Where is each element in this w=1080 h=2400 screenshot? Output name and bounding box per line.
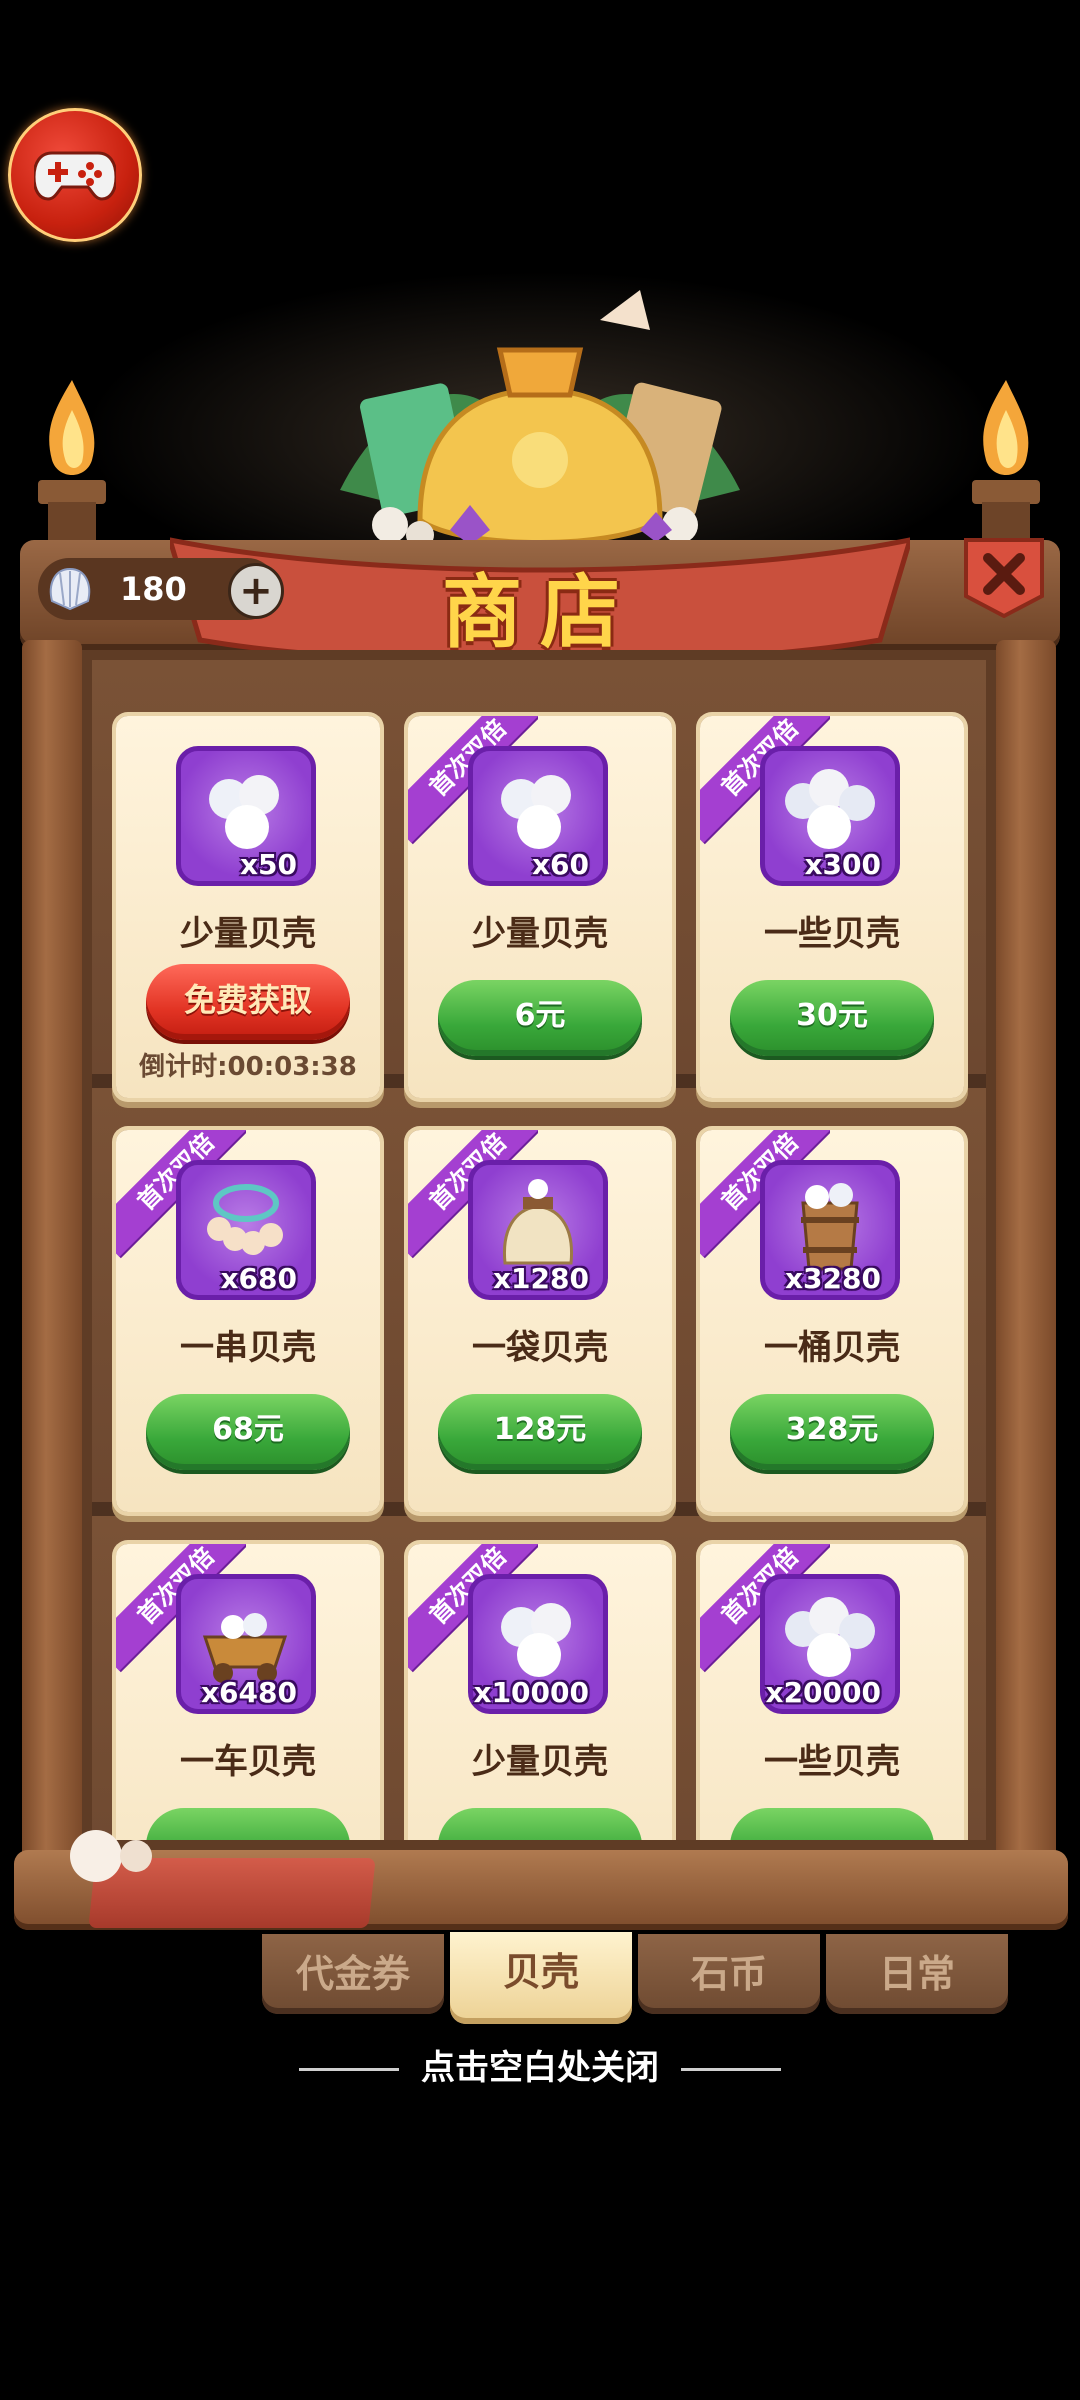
shop-item-card[interactable]: x50 少量贝壳 免费获取 倒计时:00:03:38 [116, 716, 380, 1098]
item-icon-box: x50 [176, 746, 316, 886]
item-name: 一串贝壳 [180, 1328, 316, 1368]
pearls-icon [70, 1830, 152, 1882]
shop-item-card[interactable]: 首次双倍 x20000 一些贝壳 [700, 1544, 964, 1840]
item-quantity: x1280 [493, 1262, 589, 1295]
item-quantity: x20000 [765, 1676, 881, 1709]
divider-right [680, 2068, 781, 2071]
item-icon-box: x10000 [468, 1574, 608, 1714]
item-name: 少量贝壳 [180, 914, 316, 954]
item-name: 一些贝壳 [764, 1742, 900, 1782]
item-icon-box: x1280 [468, 1160, 608, 1300]
buy-button[interactable] [438, 1808, 642, 1840]
buy-button[interactable] [730, 1808, 934, 1840]
item-name: 一些贝壳 [764, 914, 900, 954]
treasure-bag-icon [340, 290, 740, 549]
tab-daily[interactable]: 日常 [826, 1934, 1008, 2014]
buy-button[interactable]: 128元 [438, 1394, 642, 1470]
buy-button[interactable] [146, 1808, 350, 1840]
tab-shells[interactable]: 贝壳 [450, 1932, 632, 2024]
item-quantity: x680 [220, 1262, 297, 1295]
close-hint-text: 点击空白处关闭 [421, 2048, 659, 2088]
item-quantity: x6480 [201, 1676, 297, 1709]
frame-left-pillar [22, 640, 82, 1870]
frame-right-pillar [996, 640, 1056, 1870]
add-currency-button[interactable]: + [228, 563, 284, 619]
tab-vouchers[interactable]: 代金券 [262, 1934, 444, 2014]
item-name: 少量贝壳 [472, 914, 608, 954]
gamepad-icon [34, 151, 116, 201]
buy-button[interactable]: 30元 [730, 980, 934, 1056]
buy-button[interactable]: 68元 [146, 1394, 350, 1470]
item-quantity: x3280 [785, 1262, 881, 1295]
item-quantity: x60 [531, 848, 589, 881]
free-claim-button[interactable]: 免费获取 [146, 964, 350, 1040]
divider-left [299, 2068, 400, 2071]
shop-item-card[interactable]: 首次双倍 x60 少量贝壳 6元 [408, 716, 672, 1098]
countdown-timer: 倒计时:00:03:38 [139, 1052, 357, 1082]
item-grid[interactable]: x50 少量贝壳 免费获取 倒计时:00:03:38 首次双倍 x60 少量贝壳… [100, 700, 980, 1840]
item-name: 一袋贝壳 [472, 1328, 608, 1368]
item-quantity: x300 [804, 848, 881, 881]
shop-item-card[interactable]: 首次双倍 x300 一些贝壳 30元 [700, 716, 964, 1098]
item-icon-box: x3280 [760, 1160, 900, 1300]
buy-button[interactable]: 6元 [438, 980, 642, 1056]
item-icon-box: x6480 [176, 1574, 316, 1714]
shell-count: 180 [120, 570, 187, 608]
close-hint[interactable]: 点击空白处关闭 [0, 2040, 1080, 2089]
plus-icon: + [239, 568, 273, 614]
item-name: 少量贝壳 [472, 1742, 608, 1782]
shop-item-card[interactable]: 首次双倍 x3280 一桶贝壳 328元 [700, 1130, 964, 1512]
item-icon-box: x60 [468, 746, 608, 886]
item-quantity: x50 [239, 848, 297, 881]
tab-stone-coins[interactable]: 石币 [638, 1934, 820, 2014]
shop-item-card[interactable]: 首次双倍 x680 一串贝壳 68元 [116, 1130, 380, 1512]
shop-item-card[interactable]: 首次双倍 x1280 一袋贝壳 128元 [408, 1130, 672, 1512]
item-quantity: x10000 [473, 1676, 589, 1709]
shop-item-card[interactable]: 首次双倍 x6480 一车贝壳 [116, 1544, 380, 1840]
item-name: 一车贝壳 [180, 1742, 316, 1782]
item-icon-box: x680 [176, 1160, 316, 1300]
shell-icon [49, 567, 91, 611]
gamepad-float-button[interactable] [8, 108, 142, 242]
item-icon-box: x20000 [760, 1574, 900, 1714]
shop-item-card[interactable]: 首次双倍 x10000 少量贝壳 [408, 1544, 672, 1840]
item-name: 一桶贝壳 [764, 1328, 900, 1368]
item-icon-box: x300 [760, 746, 900, 886]
close-button[interactable] [962, 538, 1046, 618]
buy-button[interactable]: 328元 [730, 1394, 934, 1470]
